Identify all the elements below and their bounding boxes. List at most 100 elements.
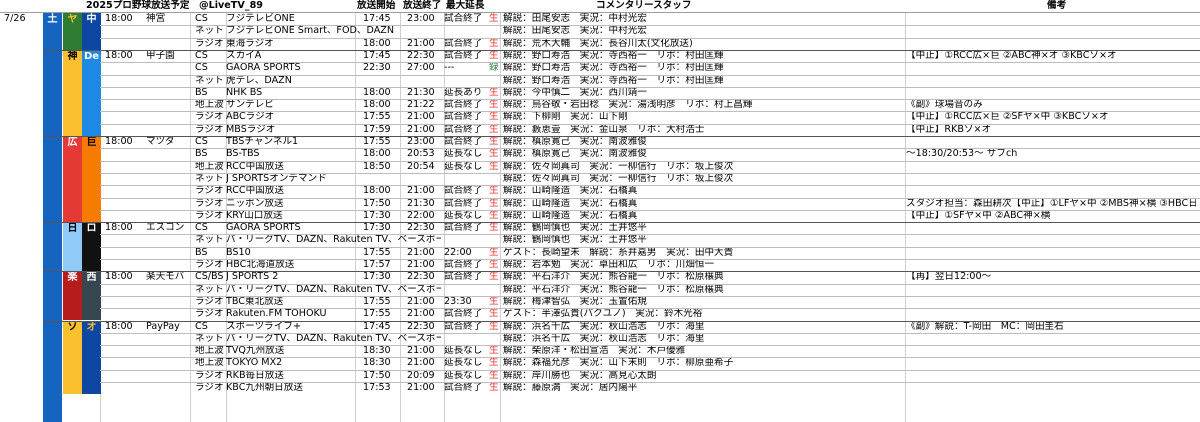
end-time: 22:30 — [407, 49, 435, 61]
commentary-staff: 解説：山崎隆造 実況：石橋真 — [503, 197, 638, 209]
home-team-badge: ヤ — [63, 13, 82, 50]
extension-status: 試合終了 — [444, 259, 483, 270]
note — [906, 296, 1196, 308]
row-divider — [100, 123, 1200, 125]
row-divider — [100, 37, 1200, 39]
live-mark: 生 — [489, 209, 499, 221]
end-time: 21:00 — [407, 37, 435, 49]
live-mark: 生 — [489, 246, 499, 258]
home-team-badge: 日 — [63, 222, 82, 272]
away-team-badge: De — [82, 49, 101, 136]
end-time: 27:00 — [407, 62, 435, 74]
live-mark — [489, 75, 501, 87]
row-divider — [100, 209, 1200, 211]
end-time — [407, 173, 447, 185]
row-divider — [100, 62, 1200, 64]
row-divider — [100, 99, 1200, 101]
commentary-staff: 解説：岩本勉 実況：卓田和広 リポ：川畑恒一 — [503, 259, 715, 270]
commentary-staff: 解説：野口寿浩 実況：寺西裕一 リポ：村田匡輝 — [503, 62, 724, 74]
start-time: 22:30 — [363, 62, 391, 74]
venue: 神宮 — [146, 13, 166, 24]
commentary-staff: ゲスト：長崎望未 解説：糸井嘉男 実況：田中大貴 — [503, 246, 734, 258]
note — [906, 185, 1196, 197]
away-team-badge: 西 — [82, 271, 101, 321]
commentary-staff: 解説：藪恵壹 実況：金山泉 リポ：大村浩士 — [503, 123, 705, 135]
end-time: 20:53 — [407, 148, 435, 160]
note — [906, 87, 1196, 99]
start-time: 17:55 — [363, 295, 391, 307]
extension-status: 延長あり — [444, 86, 483, 98]
row-divider — [100, 172, 1200, 174]
row-divider — [100, 382, 1200, 383]
start-time: 18:00 — [363, 99, 391, 111]
game-start-time: 18:00 — [105, 271, 133, 283]
away-team-badge: オ — [82, 320, 101, 395]
commentary-staff: 解説：今中慎二 実況：西川靖一 — [503, 86, 647, 98]
game-divider — [43, 136, 1200, 137]
extension-status: 試合終了 — [444, 222, 483, 234]
extension-status: 試合終了 — [444, 197, 483, 209]
extension-status — [444, 173, 490, 185]
start-time: 17:55 — [363, 308, 391, 320]
row-divider — [100, 369, 1200, 371]
note: 【中止】①RCC広×巨 ②SFヤ×中 ③KBCソ×オ — [906, 111, 1109, 123]
start-time: 17:50 — [363, 197, 391, 209]
end-time: 21:00 — [407, 382, 435, 393]
row-divider — [100, 197, 1200, 199]
note: 《副》解説：T-岡田 MC：岡田圭右 — [906, 320, 1064, 332]
start-time: 17:45 — [363, 320, 391, 332]
game-start-time: 18:00 — [105, 13, 133, 24]
note — [906, 345, 1196, 357]
away-team-badge: ロ — [82, 222, 101, 272]
extension-status: 延長なし — [444, 369, 483, 381]
row-divider — [100, 259, 1200, 260]
game-divider — [43, 271, 1200, 273]
end-time: 21:00 — [407, 259, 435, 270]
live-mark: 生 — [489, 99, 499, 111]
extension-status: 試合終了 — [444, 99, 483, 111]
row-divider — [100, 357, 1200, 359]
end-time: 21:00 — [407, 111, 435, 123]
note — [906, 25, 1196, 37]
end-time — [407, 75, 447, 87]
extension-status: 試合終了 — [444, 185, 483, 197]
header-notes: 備考 — [1047, 0, 1067, 11]
extension-status: 試合終了 — [444, 271, 483, 283]
note — [906, 234, 1196, 246]
note — [906, 161, 1196, 173]
start-time: 18:50 — [363, 160, 391, 172]
extension-status: 延長なし — [444, 345, 483, 357]
broadcast-schedule-sheet: 2025プロ野球放送予定 @LiveTV_89 放送開始 放送終了 最大延長 コ… — [0, 0, 1200, 422]
extension-status: 試合終了 — [444, 308, 483, 320]
note — [906, 357, 1196, 369]
start-time: 17:30 — [363, 222, 391, 234]
live-mark: 生 — [489, 37, 499, 49]
start-time: 17:50 — [363, 369, 391, 381]
live-mark: 生 — [489, 197, 499, 209]
live-mark: 生 — [489, 295, 499, 307]
row-divider — [100, 345, 1200, 347]
note — [906, 62, 1196, 74]
start-time: 17:53 — [363, 382, 391, 393]
row-divider — [100, 25, 1200, 27]
live-mark: 生 — [489, 345, 499, 357]
extension-status — [444, 75, 490, 87]
end-time: 21:00 — [407, 357, 435, 369]
row-divider — [100, 74, 1200, 76]
end-time: 21:30 — [407, 86, 435, 98]
venue: エスコン — [146, 222, 185, 234]
away-team-badge: 巨 — [82, 136, 101, 223]
start-time: 17:59 — [363, 123, 391, 135]
note — [906, 13, 1196, 25]
home-team-badge: ソ — [63, 320, 82, 395]
end-time: 21:00 — [407, 185, 435, 197]
schedule-date: 7/26 — [4, 13, 26, 24]
commentary-staff: 解説：浜名千広 実況：秋山浩志 リポ：海里 — [503, 320, 705, 332]
extension-status: --- — [444, 62, 455, 74]
end-time: 21:00 — [407, 123, 435, 135]
live-mark: 生 — [489, 148, 499, 160]
commentary-staff: 解説：梅津智弘 実況：玉置佑規 — [503, 295, 647, 307]
start-time — [363, 284, 403, 296]
commentary-staff: 解説：野口寿浩 実況：寺西裕一 リポ：村田匡輝 — [503, 49, 724, 61]
row-divider — [100, 246, 1200, 248]
